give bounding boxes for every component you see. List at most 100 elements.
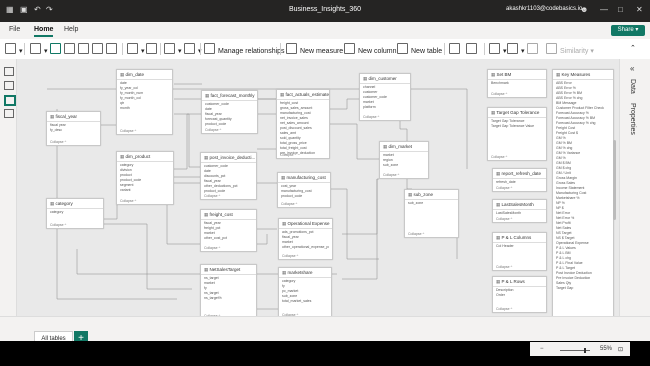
table-card-dim-date[interactable]: dim_date datefy_year_colfy_month_numfy_m…	[116, 69, 173, 135]
table-field[interactable]: platform	[363, 105, 407, 110]
relationship-line[interactable]	[327, 98, 360, 110]
table-field[interactable]: other_operational_expense_pct	[282, 245, 329, 250]
avatar-icon[interactable]: ☻	[580, 5, 588, 15]
dataverse-icon[interactable]	[106, 43, 120, 55]
relationship-line[interactable]	[102, 223, 192, 290]
collapse-toggle[interactable]: Collapse ^	[496, 186, 512, 190]
collapse-toggle[interactable]: Collapse ^	[281, 202, 297, 206]
manage-relationships-button[interactable]: Manage relationships	[204, 43, 285, 55]
data-pane-tab[interactable]: Data	[629, 79, 636, 94]
menu-home[interactable]: Home	[34, 26, 54, 37]
table-card-fiscal-year[interactable]: fiscal_year fiscal yearfy_desc Collapse …	[46, 111, 101, 146]
onelake-icon[interactable]	[64, 43, 78, 55]
relationship-line[interactable]	[342, 178, 379, 235]
collapse-toggle[interactable]: Collapse ^	[408, 232, 424, 236]
table-card-post-invoice-deductions[interactable]: post_invoice_deducti... customer_codedat…	[200, 152, 257, 200]
table-card-operational-expense[interactable]: Operational Expense ads_promotions_pctfi…	[278, 218, 333, 260]
collapse-toggle[interactable]: Collapse ^	[280, 153, 296, 157]
table-card-fact-forecast-monthly[interactable]: fact_forecast_monthly customer_codedatef…	[201, 90, 258, 134]
collapse-toggle[interactable]: Collapse ^	[50, 223, 66, 227]
table-field[interactable]: Target Gap Tolerance Value	[491, 124, 543, 129]
collapse-toggle[interactable]: Collapse ^	[282, 254, 298, 258]
table-field[interactable]: refresh_date	[496, 180, 543, 185]
sql-icon[interactable]	[78, 43, 92, 55]
collapse-toggle[interactable]: Collapse ^	[205, 128, 221, 132]
similarity-button[interactable]: Similarity ▾	[546, 43, 594, 55]
table-field[interactable]: total_market_sales	[282, 299, 328, 304]
report-view-icon[interactable]	[4, 67, 14, 76]
table-field[interactable]: sub_zone	[408, 201, 455, 206]
collapse-toggle[interactable]: Collapse ^	[363, 115, 379, 119]
dax-query-view-icon[interactable]	[4, 109, 14, 118]
model-canvas[interactable]: dim_date datefy_year_colfy_month_numfy_m…	[17, 59, 619, 320]
excel-icon[interactable]	[50, 43, 64, 55]
table-card-target-gap-tolerance[interactable]: Target Gap Tolerance Target Gap Toleranc…	[487, 107, 547, 161]
table-field[interactable]: Target Gap	[556, 286, 610, 291]
collapse-toggle[interactable]: Collapse ^	[50, 140, 66, 144]
minimize-icon[interactable]: —	[600, 5, 608, 15]
collapse-toggle[interactable]: Collapse ^	[204, 246, 220, 250]
table-field[interactable]: fy_desc	[50, 128, 97, 133]
table-card-dim-market[interactable]: dim_market marketregionsub_zone Collapse…	[379, 141, 429, 179]
relationship-line[interactable]	[102, 177, 118, 220]
table-card-last-sales-month[interactable]: LastSalesMonth LastSalesMonth Collapse ^	[492, 199, 547, 223]
table-field[interactable]: month	[120, 106, 169, 111]
table-card-pl-rows[interactable]: P & L Rows DescriptionOrder Collapse ^	[492, 276, 547, 313]
account-name[interactable]: akashkr1103@codebasics.io	[506, 6, 582, 12]
table-field[interactable]: ns_target%	[204, 296, 253, 301]
relationship-line[interactable]	[406, 179, 412, 190]
table-card-dim-product[interactable]: dim_product categorydivisionproductprodu…	[116, 151, 174, 205]
relationship-line[interactable]	[327, 123, 379, 160]
table-card-dim-customer[interactable]: dim_customer channelcustomercustomer_cod…	[359, 73, 411, 121]
table-field[interactable]: sub_zone	[383, 163, 425, 168]
table-card-pl-columns[interactable]: P & L Columns Col Header Collapse ^	[492, 232, 547, 271]
zoom-slider-thumb[interactable]	[584, 348, 586, 353]
new-measure-button[interactable]: New measure	[286, 43, 343, 55]
new-column-button[interactable]: New column	[344, 43, 397, 55]
text-box-icon[interactable]: ▾	[184, 43, 202, 55]
refresh-icon[interactable]	[146, 43, 160, 55]
vertical-scrollbar[interactable]	[613, 140, 616, 220]
enter-data-icon[interactable]	[92, 43, 106, 55]
close-icon[interactable]: ✕	[636, 5, 643, 15]
share-button[interactable]: Share ▾	[611, 25, 645, 36]
table-field[interactable]: product_code	[205, 122, 254, 127]
maximize-icon[interactable]: □	[618, 5, 623, 15]
collapse-toggle[interactable]: Collapse ^	[383, 173, 399, 177]
get-data-icon[interactable]: ▾	[30, 43, 48, 55]
properties-pane-tab[interactable]: Properties	[629, 103, 636, 135]
table-field[interactable]: LastSalesMonth	[496, 211, 543, 216]
table-card-set-bm[interactable]: Set BM Benchmark Collapse ^	[487, 69, 547, 98]
table-view-icon[interactable]	[4, 81, 14, 90]
q-and-a-icon[interactable]: ▾	[489, 43, 507, 55]
table-card-freight-cost[interactable]: freight_cost fiscal_yearfreight_pctmarke…	[200, 209, 257, 252]
table-field[interactable]: Order	[496, 293, 543, 298]
fit-to-screen-icon[interactable]: ⊡	[618, 346, 623, 353]
table-field[interactable]: variant	[120, 188, 170, 193]
table-field[interactable]: Col Header	[496, 244, 543, 249]
table-card-sub-zone[interactable]: sub_zone sub_zone Collapse ^	[404, 189, 459, 238]
publish-icon[interactable]	[527, 43, 541, 55]
table-field[interactable]: category	[50, 210, 100, 215]
collapse-toggle[interactable]: Collapse ^	[120, 199, 136, 203]
menu-help[interactable]: Help	[64, 26, 78, 33]
table-card-manufacturing-cost[interactable]: manufacturing_cost cost_yearmanufacturin…	[277, 172, 331, 208]
collapse-pane-icon[interactable]: «	[630, 64, 634, 74]
collapse-toggle[interactable]: Collapse ^	[496, 307, 512, 311]
collapse-toggle[interactable]: Collapse ^	[204, 194, 220, 198]
table-card-netsales-target[interactable]: NetSalesTarget ns_targetmarketfyns_targe…	[200, 264, 257, 320]
table-card-key-measures[interactable]: Key Measures ABS ErrorABS Error %ABS Err…	[552, 69, 614, 317]
table-field[interactable]: other_cost_pct	[204, 236, 253, 241]
collapse-toggle[interactable]: Collapse ^	[491, 155, 507, 159]
manage-roles-icon[interactable]	[466, 43, 480, 55]
table-card-fact-actuals-estimates[interactable]: fact_actuals_estimates freight_costgross…	[276, 89, 330, 159]
table-card-report-refresh-date[interactable]: report_refresh_date refresh_date Collaps…	[492, 168, 547, 192]
ribbon-collapse-icon[interactable]: ⌃	[630, 43, 636, 55]
model-view-icon[interactable]	[4, 95, 16, 106]
table-card-category[interactable]: category category Collapse ^	[46, 198, 104, 229]
clipboard-icon[interactable]: ▾	[5, 43, 23, 55]
table-field[interactable]: Benchmark	[491, 81, 543, 86]
zoom-out-icon[interactable]: −	[540, 346, 544, 352]
new-table-button[interactable]: New table	[397, 43, 442, 55]
collapse-toggle[interactable]: Collapse ^	[496, 265, 512, 269]
